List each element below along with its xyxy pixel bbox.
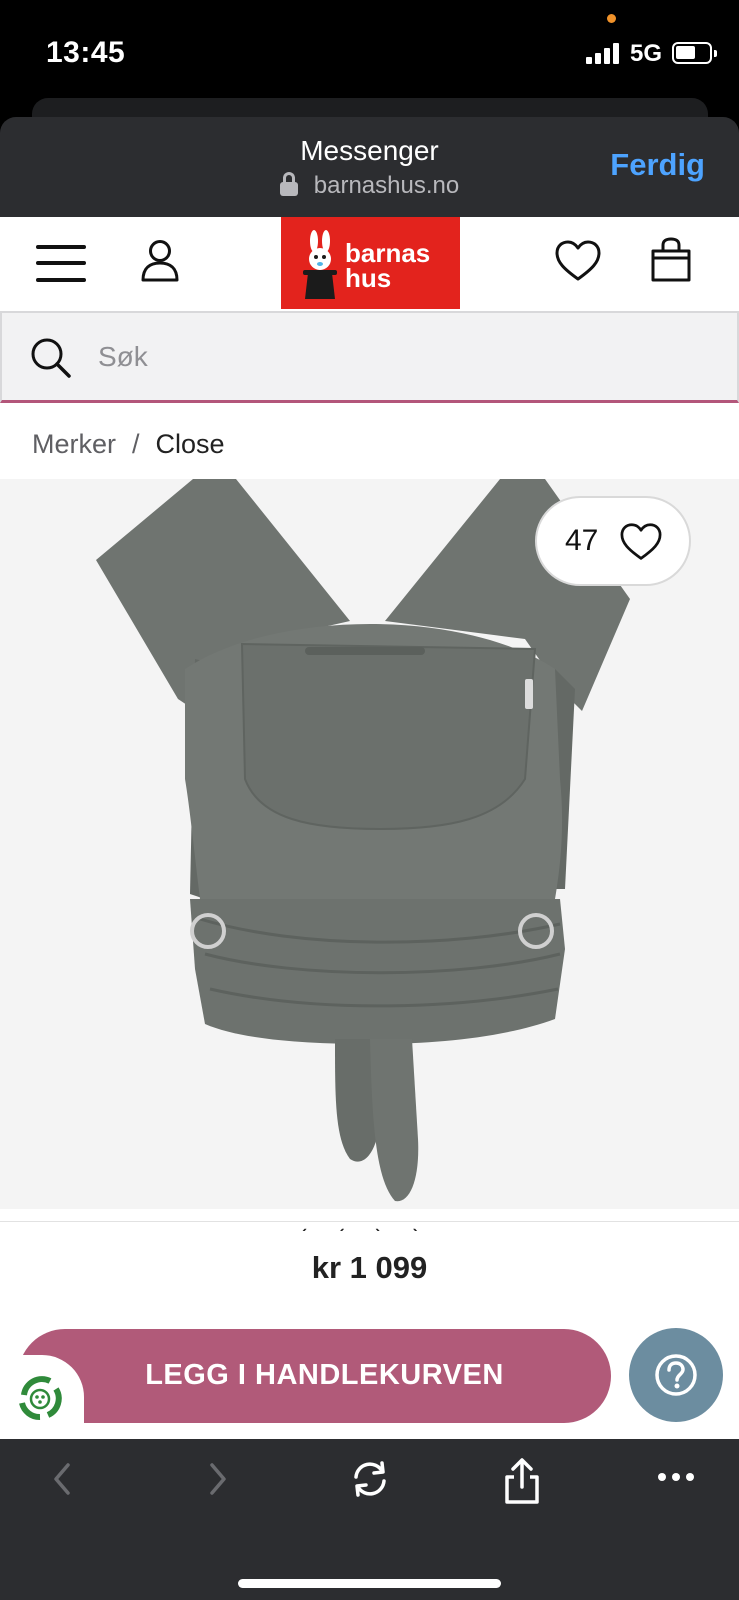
- status-bar: 13:45 5G: [0, 0, 739, 110]
- barnashus-logo[interactable]: barnas hus: [281, 217, 460, 309]
- web-page: barnas hus Søk Merker / Close 47 kr 1 09…: [0, 217, 739, 1439]
- divider: [0, 1221, 739, 1222]
- url-text: barnashus.no: [313, 172, 460, 199]
- done-button[interactable]: Ferdig: [610, 147, 705, 183]
- cellular-signal-icon: [586, 42, 620, 64]
- menu-icon[interactable]: [36, 245, 86, 283]
- home-indicator[interactable]: [238, 1579, 501, 1588]
- breadcrumb-separator: /: [132, 429, 140, 459]
- help-button[interactable]: [629, 1328, 723, 1422]
- search-input[interactable]: Søk: [98, 341, 148, 373]
- share-icon[interactable]: [500, 1457, 544, 1510]
- favorite-count: 47: [565, 524, 599, 557]
- more-icon[interactable]: [656, 1467, 696, 1492]
- product-price: kr 1 099: [311, 1250, 428, 1285]
- site-header: barnas hus: [0, 217, 739, 309]
- account-icon[interactable]: [140, 239, 180, 288]
- browser-toolbar: [0, 1439, 739, 1600]
- carousel-indicator[interactable]: ‹ ‹ › ›: [0, 1209, 739, 1231]
- search-icon: [30, 337, 72, 384]
- add-to-cart-button[interactable]: LEGG I HANDLEKURVEN: [18, 1329, 611, 1423]
- breadcrumb-brands-link[interactable]: Merker: [32, 429, 116, 459]
- search-bar[interactable]: Søk: [0, 311, 739, 403]
- question-icon: [655, 1354, 697, 1396]
- product-image[interactable]: 47: [0, 479, 739, 1209]
- baby-carrier-image: [96, 479, 630, 1202]
- reload-icon[interactable]: [348, 1457, 392, 1506]
- recycle-badge-icon[interactable]: [0, 1355, 84, 1439]
- shopping-bag-icon[interactable]: [650, 237, 692, 288]
- privacy-indicator-dot: [607, 14, 616, 23]
- logo-text: barnas hus: [345, 238, 431, 293]
- lock-icon: [279, 172, 298, 196]
- bunny-logo-icon: [299, 229, 343, 304]
- favorite-button[interactable]: 47: [535, 496, 691, 586]
- forward-icon[interactable]: [200, 1457, 236, 1506]
- add-to-cart-label: LEGG I HANDLEKURVEN: [145, 1359, 504, 1391]
- heart-icon[interactable]: [554, 239, 602, 288]
- browser-sheet-header: Messenger barnashus.no Ferdig: [0, 117, 739, 217]
- back-icon[interactable]: [44, 1457, 80, 1506]
- breadcrumb-current: Close: [155, 429, 225, 459]
- breadcrumb: Merker / Close: [32, 429, 225, 460]
- status-time: 13:45: [46, 36, 126, 69]
- heart-icon: [619, 522, 663, 567]
- network-type: 5G: [630, 40, 663, 67]
- battery-icon: [672, 42, 717, 64]
